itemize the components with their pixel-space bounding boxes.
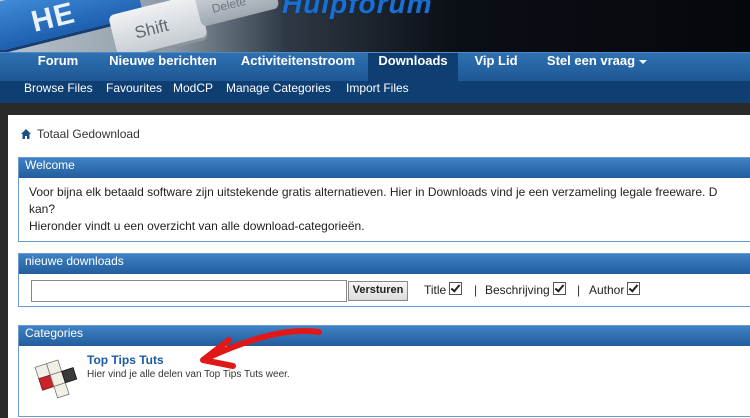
breadcrumb: Totaal Gedownload <box>20 127 140 143</box>
breadcrumb-label[interactable]: Totaal Gedownload <box>37 127 140 141</box>
option-author-label: Author <box>589 283 625 297</box>
author-checkbox[interactable] <box>627 282 641 295</box>
nav-item-nieuwe-berichten[interactable]: Nieuwe berichten <box>96 53 230 82</box>
main-nav: Forum Nieuwe berichten Activiteitenstroo… <box>0 52 750 82</box>
welcome-text: Voor bijna elk betaald software zijn uit… <box>19 178 750 241</box>
category-title-link[interactable]: Top Tips Tuts <box>87 353 164 367</box>
welcome-line-2: kan? <box>29 202 56 216</box>
beschrijving-checkbox[interactable] <box>552 282 566 295</box>
keyboard-key-label: Delete <box>210 0 248 16</box>
nav-item-stel-een-vraag[interactable]: Stel een vraag <box>538 53 656 82</box>
subnav-item-favourites[interactable]: Favourites <box>106 81 162 103</box>
sub-nav: Browse Files Favourites ModCP Manage Cat… <box>0 81 750 103</box>
option-title-label: Title <box>424 283 447 297</box>
scrabble-tiles-icon[interactable] <box>31 354 77 400</box>
search-panel: nieuwe downloads Versturen Title | Besch… <box>18 253 750 307</box>
search-panel-title: nieuwe downloads <box>19 254 750 274</box>
nav-item-vip-lid[interactable]: Vip Lid <box>460 53 532 82</box>
chevron-down-icon <box>639 59 648 64</box>
subnav-item-import-files[interactable]: Import Files <box>346 81 409 103</box>
search-row: Versturen Title | Beschrijving | Author <box>19 274 750 306</box>
header-banner: HE Shift Delete Hulpforum <box>0 0 750 52</box>
option-separator: | <box>474 283 478 297</box>
option-beschrijving[interactable]: Beschrijving <box>485 282 566 298</box>
welcome-line-1: Voor bijna elk betaald software zijn uit… <box>29 185 718 199</box>
categories-panel: Categories Top Tips Tuts Hier vind je al… <box>18 325 750 417</box>
keyboard-key-delete-image: Delete <box>192 0 280 28</box>
submit-button[interactable]: Versturen <box>348 281 408 301</box>
option-author[interactable]: Author <box>589 282 641 298</box>
main-content: Totaal Gedownload Welcome Voor bijna elk… <box>8 115 750 418</box>
home-icon[interactable] <box>20 128 32 140</box>
keyboard-key-label: Shift <box>132 15 171 43</box>
category-item: Top Tips Tuts Hier vind je alle delen va… <box>19 346 750 416</box>
welcome-panel-title: Welcome <box>19 158 750 178</box>
subnav-item-manage-categories[interactable]: Manage Categories <box>226 81 331 103</box>
nav-item-label: Stel een vraag <box>546 53 636 68</box>
categories-panel-title: Categories <box>19 326 750 346</box>
option-separator: | <box>577 283 581 297</box>
nav-item-activiteitenstroom[interactable]: Activiteitenstroom <box>230 53 366 82</box>
subnav-item-browse-files[interactable]: Browse Files <box>24 81 93 103</box>
welcome-panel: Welcome Voor bijna elk betaald software … <box>18 157 750 242</box>
title-checkbox[interactable] <box>449 282 463 295</box>
nav-item-downloads[interactable]: Downloads <box>368 53 458 82</box>
nav-item-forum[interactable]: Forum <box>22 53 94 82</box>
search-input[interactable] <box>31 280 347 302</box>
keyboard-key-label: HE <box>28 0 79 39</box>
option-beschrijving-label: Beschrijving <box>485 283 550 297</box>
welcome-line-3: Hieronder vindt u een overzicht van alle… <box>29 219 365 233</box>
option-title[interactable]: Title <box>424 282 463 298</box>
annotation-arrow <box>200 328 322 369</box>
subnav-item-modcp[interactable]: ModCP <box>173 81 213 103</box>
site-logo[interactable]: Hulpforum <box>282 0 433 20</box>
